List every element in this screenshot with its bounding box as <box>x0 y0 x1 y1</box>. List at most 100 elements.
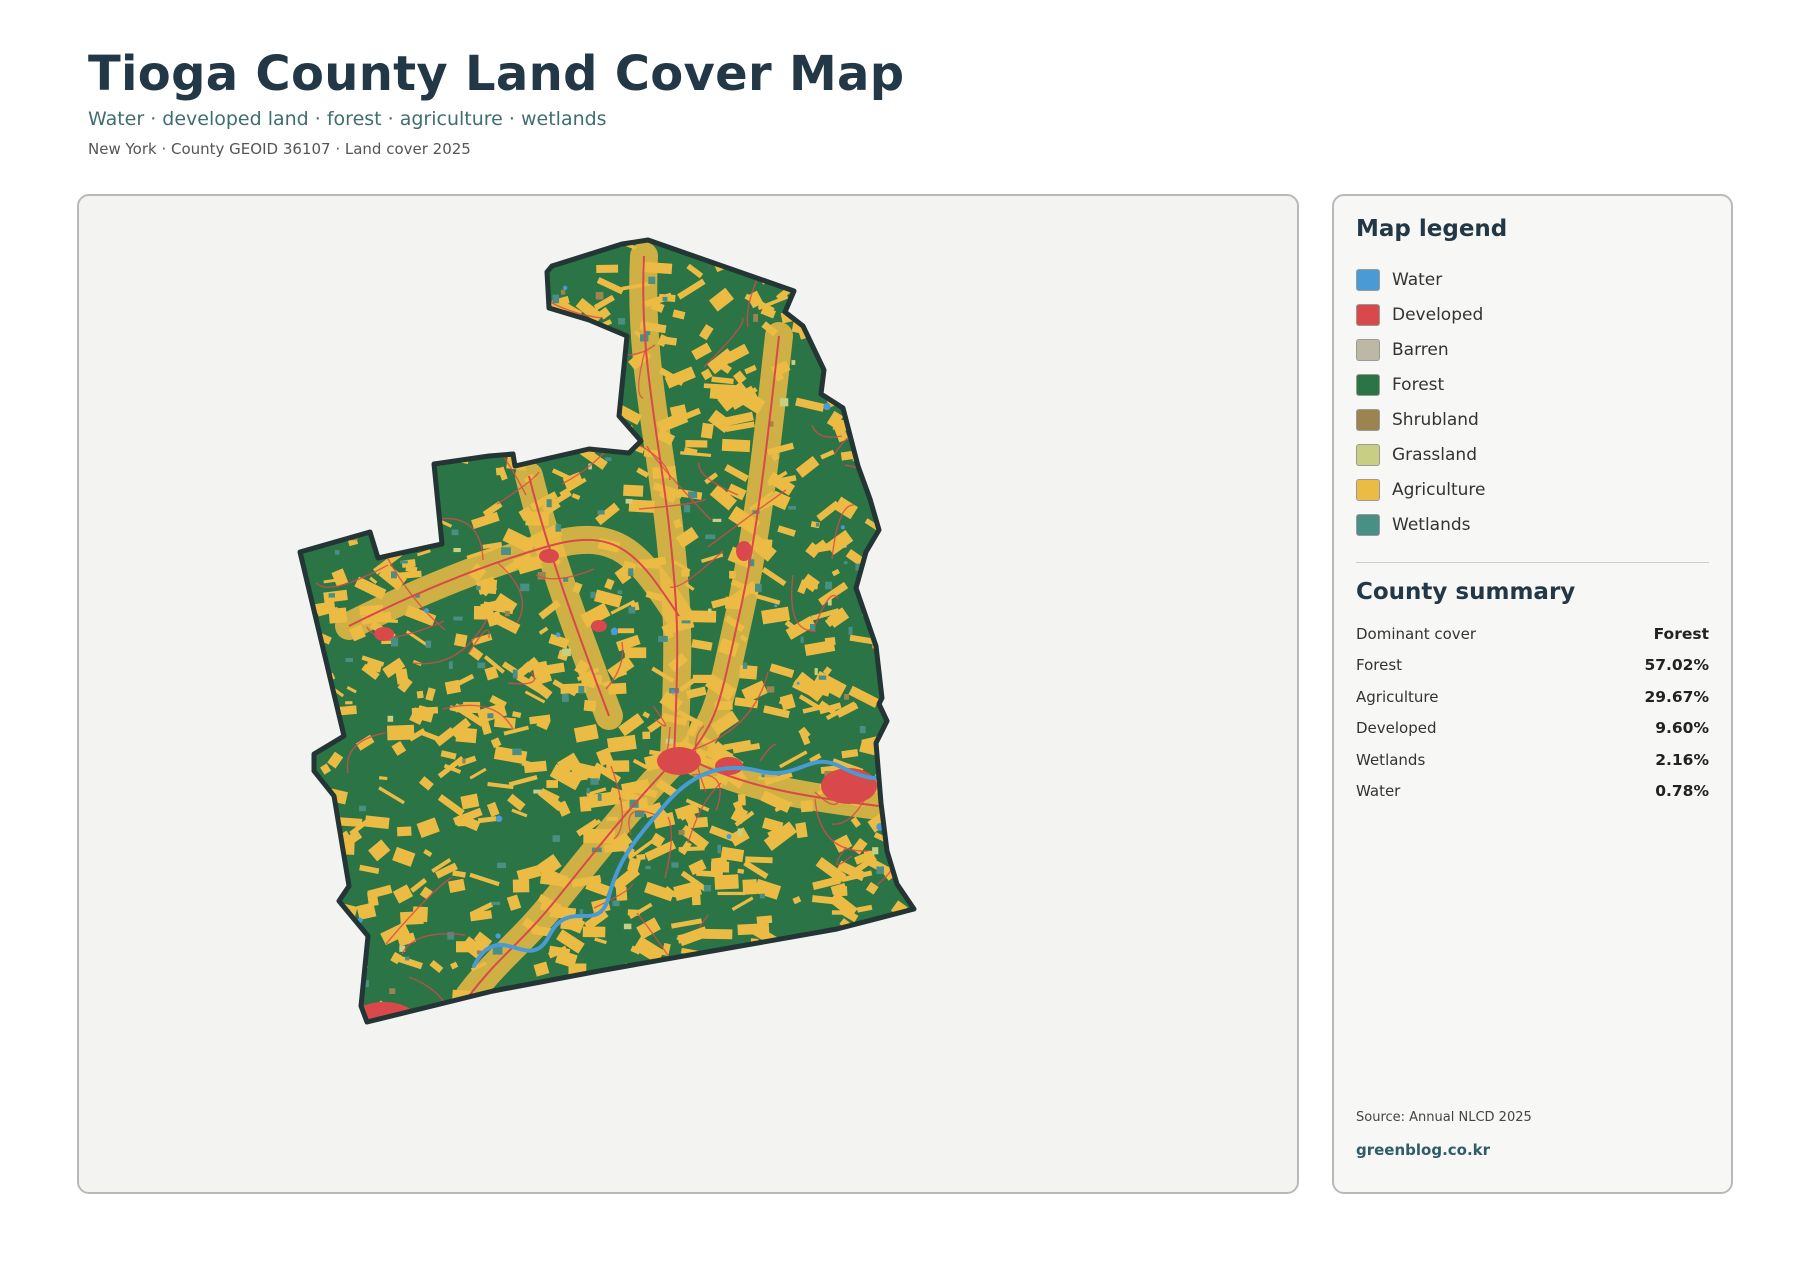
agriculture-patch <box>505 371 537 385</box>
agriculture-patch <box>700 422 714 439</box>
agriculture-patch <box>340 443 358 457</box>
shrub-grass-patch <box>712 518 722 522</box>
agriculture-patch <box>529 393 556 411</box>
agriculture-patch <box>424 280 440 293</box>
agriculture-patch <box>591 994 607 1009</box>
agriculture-patch <box>549 243 561 256</box>
wetland-patch <box>520 583 530 592</box>
agriculture-patch <box>873 376 903 398</box>
legend-label: Agriculture <box>1392 479 1486 500</box>
wetland-patch <box>334 550 340 555</box>
shrub-grass-patch <box>737 828 743 837</box>
wetland-patch <box>448 661 453 669</box>
agriculture-patch <box>633 1015 664 1022</box>
agriculture-patch <box>909 978 914 990</box>
agriculture-patch <box>699 981 711 993</box>
agriculture-patch <box>613 988 641 1010</box>
agriculture-patch <box>753 252 772 269</box>
agriculture-patch <box>300 972 312 983</box>
agriculture-patch <box>875 258 901 280</box>
agriculture-patch <box>737 923 770 936</box>
wetland-patch <box>453 616 463 621</box>
map-panel[interactable]: N <box>77 194 1299 1194</box>
agriculture-patch <box>596 264 619 273</box>
agriculture-patch <box>886 779 906 795</box>
agriculture-patch <box>315 908 326 917</box>
agriculture-patch <box>464 309 493 321</box>
agriculture-patch <box>331 240 362 248</box>
side-panel: Map legend Water Developed Barren Forest… <box>1332 194 1733 1194</box>
agriculture-patch <box>750 1021 764 1022</box>
agriculture-patch <box>833 306 843 313</box>
agriculture-patch <box>874 1030 896 1034</box>
agriculture-patch <box>308 698 338 721</box>
agriculture-patch <box>303 375 322 391</box>
agriculture-patch <box>408 411 420 421</box>
agriculture-patch <box>854 399 883 425</box>
agriculture-patch <box>900 395 914 407</box>
wetland-patch <box>477 662 486 669</box>
agriculture-patch <box>901 595 914 621</box>
agriculture-patch <box>551 355 565 373</box>
agriculture-patch <box>430 295 450 300</box>
summary-value: 2.16% <box>1655 750 1709 769</box>
developed-town <box>539 549 559 563</box>
shrub-grass-patch <box>482 294 486 300</box>
wetland-patch <box>597 793 602 801</box>
agriculture-patch <box>897 1019 908 1022</box>
shrub-grass-patch <box>665 738 675 744</box>
legend-item-water: Water <box>1356 262 1486 297</box>
wetland-patch <box>410 511 415 518</box>
legend-label: Shrubland <box>1392 409 1479 430</box>
agriculture-patch <box>710 861 730 873</box>
agriculture-patch <box>860 431 881 446</box>
wetland-patch <box>800 636 804 643</box>
agriculture-patch <box>309 416 330 434</box>
agriculture-patch <box>561 244 578 254</box>
agriculture-patch <box>303 781 313 791</box>
wetland-patch <box>605 457 612 461</box>
agriculture-patch <box>672 974 702 988</box>
credit-link[interactable]: greenblog.co.kr <box>1356 1141 1490 1159</box>
summary-row-forest: Forest 57.02% <box>1356 650 1709 682</box>
wetland-patch <box>662 296 668 302</box>
legend-swatch-shrubland <box>1356 408 1380 431</box>
agriculture-patch <box>412 311 440 327</box>
agriculture-patch <box>680 979 710 996</box>
agriculture-patch <box>623 484 644 497</box>
wetland-patch <box>329 476 340 485</box>
agriculture-patch <box>334 310 351 324</box>
agriculture-patch <box>904 617 914 632</box>
wetland-patch <box>426 361 432 366</box>
agriculture-patch <box>300 466 318 473</box>
wetland-patch <box>512 669 518 679</box>
agriculture-patch <box>567 339 593 358</box>
agriculture-patch <box>898 307 907 318</box>
agriculture-patch <box>319 365 348 386</box>
wetland-patch <box>316 267 324 272</box>
agriculture-patch <box>440 433 460 450</box>
wetland-patch <box>578 686 585 694</box>
agriculture-patch <box>456 815 471 827</box>
agriculture-patch <box>313 724 331 743</box>
agriculture-patch <box>449 375 476 395</box>
county-map[interactable] <box>79 196 1299 1194</box>
agriculture-patch <box>687 816 709 829</box>
legend-swatch-forest <box>1356 373 1380 396</box>
wetland-patch <box>875 246 880 251</box>
wetland-patch <box>367 296 375 301</box>
pond <box>800 984 807 991</box>
summary-label: Developed <box>1356 719 1437 738</box>
shrub-grass-patch <box>595 291 604 300</box>
summary-value: 0.78% <box>1655 782 1709 801</box>
agriculture-patch <box>360 448 386 464</box>
wetland-patch <box>400 560 408 564</box>
agriculture-patch <box>885 591 903 605</box>
agriculture-patch <box>862 439 889 456</box>
agriculture-patch <box>907 499 914 512</box>
shrub-grass-patch <box>779 398 789 407</box>
wetland-patch <box>562 694 569 702</box>
agriculture-patch <box>418 522 434 533</box>
agriculture-patch <box>688 610 717 623</box>
shrub-grass-patch <box>389 988 396 994</box>
